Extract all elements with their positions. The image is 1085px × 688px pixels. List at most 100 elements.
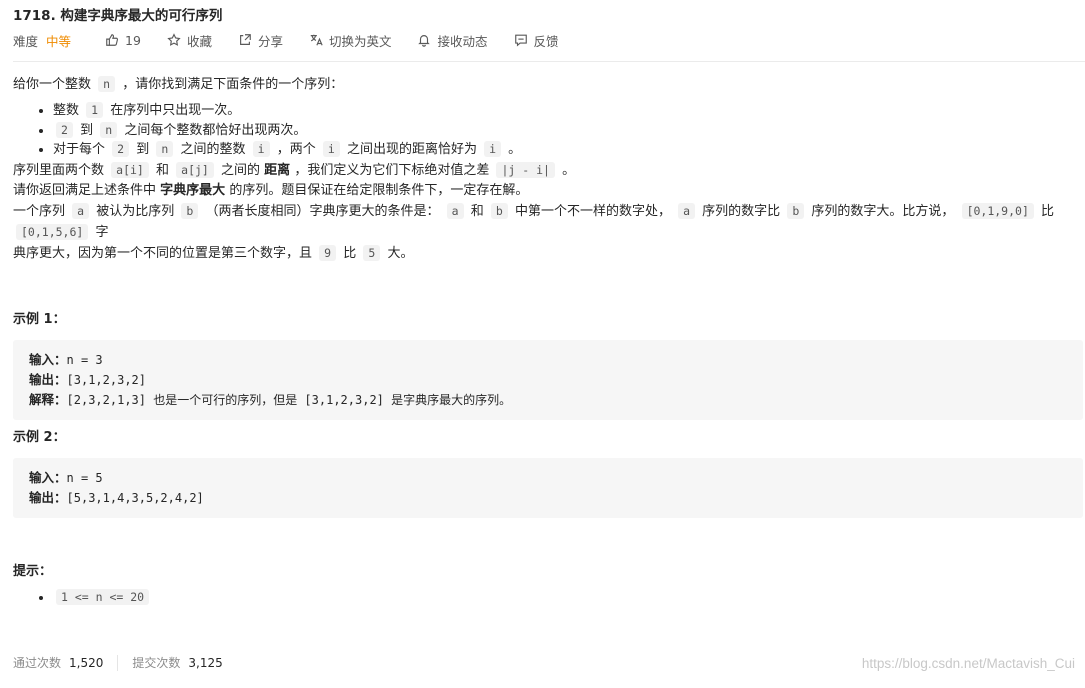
translate-icon — [310, 34, 323, 46]
label: 输出： — [29, 489, 67, 505]
divider — [13, 61, 1085, 62]
distance-paragraph: 序列里面两个数 a[i] 和 a[j] 之间的 距离 ，我们定义为它们下标绝对值… — [13, 160, 1071, 181]
example-explanation: 解释：[2,3,2,1,3] 也是一个可行的序列，但是 [3,1,2,3,2] … — [29, 390, 1067, 410]
bell-icon — [418, 35, 431, 47]
intro-paragraph: 给你一个整数 n ，请你找到满足下面条件的一个序列： — [13, 74, 1071, 95]
text: 给你一个整数 — [13, 77, 92, 92]
list-item: 2 到 n 之间每个整数都恰好出现两次。 — [53, 121, 1071, 141]
text: 到 — [136, 142, 150, 157]
text: 比 — [343, 245, 357, 261]
value: [3,1,2,3,2] — [66, 372, 146, 387]
label: 输入： — [29, 351, 67, 367]
example-1-title: 示例 1： — [13, 311, 66, 327]
text: 序列的数字比 — [702, 203, 781, 219]
inline-code: b — [181, 202, 199, 219]
text: （两者长度相同）字典序更大的条件是： — [205, 203, 440, 219]
text: 请你返回满足上述条件中 — [13, 182, 157, 198]
label: 输出： — [29, 371, 67, 387]
inline-code: a — [678, 202, 696, 219]
example-input: 输入：n = 3 — [29, 350, 1067, 370]
text: 序列的数字大。比方说， — [811, 203, 955, 219]
inline-code: a — [72, 202, 90, 219]
problem-title: 1718. 构建字典序最大的可行序列 — [13, 8, 223, 24]
inline-code: b — [787, 202, 805, 219]
text: 和 — [156, 162, 170, 178]
value: n = 3 — [66, 352, 103, 367]
definition-paragraph: 一个序列 a 被认为比序列 b （两者长度相同）字典序更大的条件是： a 和 b… — [13, 201, 1071, 243]
thumbs-up-icon — [106, 34, 119, 46]
example-2-title: 示例 2： — [13, 429, 66, 445]
inline-code: 2 — [56, 121, 73, 138]
definition-paragraph-cont: 典序更大，因为第一个不同的位置是第三个数字，且 9 比 5 大。 — [13, 243, 1071, 264]
example-2-block: 输入：n = 5 输出：[5,3,1,4,3,5,2,4,2] — [13, 457, 1083, 518]
notification-button[interactable]: 接收动态 — [417, 31, 488, 50]
share-button[interactable]: 分享 — [238, 31, 283, 50]
inline-code: i — [322, 141, 340, 157]
inline-code: n — [156, 141, 174, 157]
feedback-label: 反馈 — [533, 33, 559, 49]
text: 整数 — [53, 103, 80, 118]
feedback-icon — [514, 34, 527, 47]
feedback-button[interactable]: 反馈 — [514, 31, 559, 50]
example-output: 输出：[5,3,1,4,3,5,2,4,2] — [29, 488, 1067, 508]
favorite-label: 收藏 — [186, 33, 212, 49]
switch-language-button[interactable]: 切换为英文 — [309, 31, 392, 50]
like-button[interactable]: 19 — [105, 33, 141, 48]
like-count: 19 — [125, 32, 141, 48]
list-item: 对于每个 2 到 n 之间的整数 i ，两个 i 之间出现的距离恰好为 i 。 — [53, 140, 1071, 160]
watermark: https://blog.csdn.net/Mactavish_Cui — [861, 656, 1075, 671]
inline-code: a[j] — [176, 161, 214, 178]
separator — [117, 654, 119, 671]
hints-list: 1 <= n <= 20 — [13, 588, 1071, 608]
share-icon — [240, 34, 251, 45]
inline-code: i — [484, 141, 502, 157]
inline-code: i — [252, 141, 270, 157]
emphasis: 字典序最大 — [160, 182, 226, 198]
inline-code: 5 — [363, 244, 381, 261]
condition-list: 整数 1 在序列中只出现一次。 2 到 n 之间每个整数都恰好出现两次。 对于每… — [13, 101, 1071, 160]
submitted-label: 提交次数 — [132, 656, 181, 670]
text: 在序列中只出现一次。 — [110, 103, 241, 118]
example-1-block: 输入：n = 3 输出：[3,1,2,3,2] 解释：[2,3,2,1,3] 也… — [13, 339, 1083, 420]
text: ，两个 — [276, 142, 316, 157]
text: 。 — [562, 162, 576, 178]
meta-bar: 难度 中等 19 收藏 分享 切换为英文 接收动态 反馈 — [13, 27, 1071, 53]
label: 解释： — [29, 391, 67, 407]
text: 之间每个整数都恰好出现两次。 — [124, 122, 307, 138]
inline-code: 9 — [319, 244, 337, 261]
inline-code: n — [100, 121, 118, 138]
value: n = 5 — [66, 470, 103, 485]
text: 比 — [1041, 203, 1055, 219]
favorite-button[interactable]: 收藏 — [167, 31, 212, 50]
example-output: 输出：[3,1,2,3,2] — [29, 370, 1067, 390]
text: 序列里面两个数 — [13, 162, 105, 178]
difficulty-label: 难度 — [13, 33, 39, 49]
text: 典序更大，因为第一个不同的位置是第三个数字，且 — [13, 245, 313, 261]
hints-title: 提示： — [13, 563, 53, 579]
inline-code: 1 <= n <= 20 — [56, 588, 150, 605]
emphasis: 距离 — [264, 162, 291, 178]
text: ，我们定义为它们下标绝对值之差 — [294, 162, 490, 178]
accepted-label: 通过次数 — [13, 656, 62, 670]
notification-label: 接收动态 — [437, 33, 488, 49]
switch-language-label: 切换为英文 — [328, 33, 392, 49]
inline-code: n — [98, 76, 116, 92]
inline-code: b — [490, 202, 508, 219]
return-paragraph: 请你返回满足上述条件中 字典序最大 的序列。题目保证在给定限制条件下，一定存在解… — [13, 181, 1071, 201]
problem-description: 给你一个整数 n ，请你找到满足下面条件的一个序列： 整数 1 在序列中只出现一… — [13, 74, 1083, 608]
stats-footer: 通过次数 1,520 提交次数 3,125 — [13, 654, 223, 671]
text: 被认为比序列 — [96, 203, 175, 219]
label: 输入： — [29, 469, 67, 485]
text: ，请你找到满足下面条件的一个序列： — [122, 77, 344, 92]
inline-code: [0,1,5,6] — [16, 223, 89, 240]
accepted-count: 1,520 — [69, 655, 104, 670]
text: 之间的 — [221, 162, 261, 178]
inline-code: |j - i| — [496, 161, 555, 178]
text: 之间的整数 — [180, 142, 246, 157]
text: 中第一个不一样的数字处， — [514, 203, 671, 219]
difficulty-value: 中等 — [46, 33, 72, 49]
value: [2,3,2,1,3] 也是一个可行的序列，但是 [3,1,2,3,2] 是字典… — [66, 392, 512, 407]
inline-code: 2 — [112, 141, 130, 157]
example-input: 输入：n = 5 — [29, 468, 1067, 488]
text: 大。 — [387, 245, 414, 261]
